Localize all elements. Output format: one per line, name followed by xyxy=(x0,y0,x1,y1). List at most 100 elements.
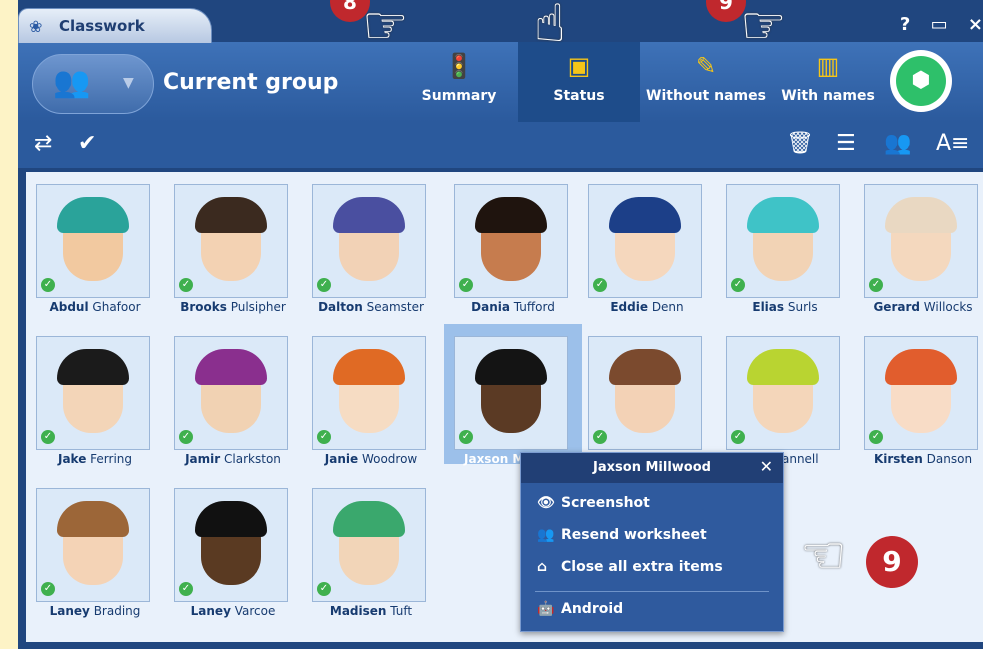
student-card[interactable]: ✓ Gerard Willocks xyxy=(854,172,983,314)
classwork-tab[interactable]: ❀ Classwork xyxy=(18,8,212,43)
student-name: Kirsten Danson xyxy=(873,452,973,466)
pointing-hand-icon: ☜ xyxy=(800,526,847,586)
avatar-hair xyxy=(885,349,957,385)
status-check-icon: ✓ xyxy=(317,278,331,292)
status-check-icon: ✓ xyxy=(593,278,607,292)
group-selector-button[interactable]: 👥 ▼ xyxy=(32,54,154,114)
student-card[interactable]: ✓ Jake Ferring xyxy=(26,324,164,466)
student-card[interactable]: ✓ Laney Varcoe xyxy=(164,476,302,618)
avatar-hair xyxy=(333,501,405,537)
popup-title: Jaxson Millwood xyxy=(521,453,783,483)
student-card[interactable]: ✓ Eddie Denn xyxy=(578,172,716,314)
avatar-hair xyxy=(475,349,547,385)
student-avatar: ✓ xyxy=(36,488,150,602)
student-card[interactable]: ✓ Elias Surls xyxy=(716,172,854,314)
avatar-hair xyxy=(609,349,681,385)
student-card[interactable]: ✓ Brooks Pulsipher xyxy=(164,172,302,314)
status-check-icon: ✓ xyxy=(869,430,883,444)
menu-separator xyxy=(535,591,769,592)
student-avatar: ✓ xyxy=(312,336,426,450)
resend-worksheet-menu-item[interactable]: 👥 Resend worksheet xyxy=(537,527,707,543)
student-card[interactable]: ✓ Channell xyxy=(716,324,854,466)
document-list-icon[interactable]: ☰ xyxy=(836,131,856,156)
group-title: Current group xyxy=(163,70,339,95)
student-name: Laney Brading xyxy=(49,604,141,618)
student-name: Janie Woodrow xyxy=(324,452,418,466)
status-check-icon: ✓ xyxy=(41,278,55,292)
student-avatar: ✓ xyxy=(312,488,426,602)
avatar-hair xyxy=(747,197,819,233)
avatar-hair xyxy=(195,197,267,233)
hexagon-logo-icon: ⬢ xyxy=(896,56,946,106)
callout-badge: 9 xyxy=(866,536,918,588)
student-card[interactable]: ✓ Dania Tufford xyxy=(444,172,582,314)
android-menu-item[interactable]: 🤖 Android xyxy=(537,601,623,617)
student-card[interactable]: ✓ Dalton Seamster xyxy=(302,172,440,314)
traffic-light-icon: 🚦 xyxy=(444,52,474,80)
status-check-icon: ✓ xyxy=(41,430,55,444)
student-name: Madisen Tuft xyxy=(329,604,413,618)
avatar-hair xyxy=(475,197,547,233)
student-avatar: ✓ xyxy=(312,184,426,298)
student-name: Jake Ferring xyxy=(57,452,133,466)
student-avatar: ✓ xyxy=(36,184,150,298)
student-avatar: ✓ xyxy=(174,488,288,602)
avatar-hair xyxy=(747,349,819,385)
status-check-icon: ✓ xyxy=(459,430,473,444)
users-resend-icon: 👥 xyxy=(537,527,555,543)
status-check-icon: ✓ xyxy=(731,278,745,292)
student-card[interactable]: ✓ Madisen Tuft xyxy=(302,476,440,618)
chevron-down-icon: ▼ xyxy=(123,75,134,91)
close-extra-items-menu-item[interactable]: ⌂ Close all extra items xyxy=(537,559,723,575)
window-controls: ? ▭ × xyxy=(886,14,983,35)
eraser-icon: ✎ xyxy=(695,52,717,80)
bar-chart-icon: ▥ xyxy=(816,52,840,80)
status-check-icon: ✓ xyxy=(869,278,883,292)
screenshot-menu-item[interactable]: 👁 Screenshot xyxy=(537,495,650,511)
with-names-button[interactable]: ▥ With names xyxy=(776,42,880,122)
student-avatar: ✓ xyxy=(454,336,568,450)
group-icon: 👥 xyxy=(53,65,91,100)
pointing-hand-icon: ☞ xyxy=(362,0,409,56)
avatar-hair xyxy=(57,197,129,233)
student-name: Elias Surls xyxy=(752,300,818,314)
classwork-icon: ❀ xyxy=(29,17,43,36)
student-avatar: ✓ xyxy=(174,184,288,298)
student-card[interactable]: ✓ Laney Brading xyxy=(26,476,164,618)
check-all-icon[interactable]: ✔ xyxy=(78,131,96,156)
text-size-icon[interactable]: A≡ xyxy=(936,131,969,156)
student-name: Laney Varcoe xyxy=(190,604,276,618)
status-check-icon: ✓ xyxy=(179,430,193,444)
student-avatar: ✓ xyxy=(174,336,288,450)
users-icon[interactable]: 👥 xyxy=(884,131,911,156)
student-name: Gerard Willocks xyxy=(873,300,973,314)
avatar-hair xyxy=(57,501,129,537)
avatar-hair xyxy=(333,349,405,385)
status-check-icon: ✓ xyxy=(179,582,193,596)
status-check-icon: ✓ xyxy=(317,430,331,444)
status-card-icon: ▣ xyxy=(567,52,591,80)
student-card[interactable]: ✓ Abdul Ghafoor xyxy=(26,172,164,314)
student-name: Abdul Ghafoor xyxy=(49,300,141,314)
close-icon[interactable]: × xyxy=(968,14,983,35)
help-icon[interactable]: ? xyxy=(900,14,910,35)
toolbar: ⇄ ✔ 🗑 ☰ 👥 A≡ xyxy=(18,122,983,168)
student-card[interactable]: ✓ Janie Woodrow xyxy=(302,324,440,466)
student-card[interactable]: ✓ Jaxson M xyxy=(444,324,582,466)
student-avatar: ✓ xyxy=(726,184,840,298)
student-name: Eddie Denn xyxy=(610,300,684,314)
status-view-button[interactable]: ▣ Status xyxy=(518,42,640,122)
student-card[interactable]: ✓ Kirsten Danson xyxy=(854,324,983,466)
app-menu-button[interactable]: ⬢ xyxy=(890,50,952,112)
header: 👥 ▼ Current group 🚦 Summary ▣ Status ✎ W… xyxy=(18,42,983,122)
trash-icon[interactable]: 🗑 xyxy=(786,131,814,156)
status-check-icon: ✓ xyxy=(731,430,745,444)
resend-icon[interactable]: ⇄ xyxy=(34,131,52,156)
student-card[interactable]: ✓ xyxy=(578,324,716,464)
student-avatar: ✓ xyxy=(588,336,702,450)
close-icon[interactable]: ✕ xyxy=(760,457,773,476)
summary-view-button[interactable]: 🚦 Summary xyxy=(400,42,518,122)
restore-icon[interactable]: ▭ xyxy=(931,14,948,35)
student-card[interactable]: ✓ Jamir Clarkston xyxy=(164,324,302,466)
student-context-menu: Jaxson Millwood ✕ 👁 Screenshot 👥 Resend wo… xyxy=(520,452,784,632)
